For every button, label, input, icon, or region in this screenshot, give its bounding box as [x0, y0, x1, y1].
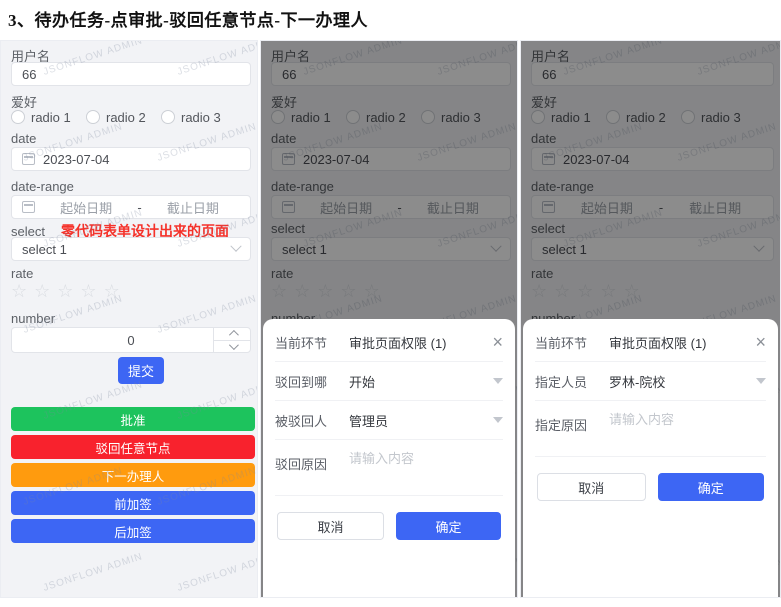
- date-input[interactable]: 2023-07-04: [11, 147, 251, 171]
- front-addsign-button[interactable]: 前加签: [11, 491, 255, 515]
- date-range-input[interactable]: 起始日期 - 截止日期: [11, 195, 251, 219]
- assign-modal: 当前环节 审批页面权限 (1) × 指定人员 罗林-院校 指定原因 请输入内容 …: [523, 319, 778, 597]
- reject-reason-field[interactable]: 驳回原因 请输入内容: [275, 440, 503, 496]
- select-input[interactable]: select 1: [11, 237, 251, 261]
- chevron-down-icon: [228, 340, 238, 350]
- star-icon[interactable]: ☆: [34, 282, 50, 300]
- reject-to-value: 开始: [349, 372, 493, 391]
- star-icon[interactable]: ☆: [80, 282, 96, 300]
- reject-any-node-button[interactable]: 驳回任意节点: [11, 435, 255, 459]
- calendar-icon: [22, 153, 35, 165]
- form: 用户名 66 爱好 radio 1 radio 2 radio 3 date 2…: [1, 41, 257, 597]
- range-end-placeholder: 截止日期: [146, 198, 240, 217]
- reject-to-select[interactable]: 驳回到哪 开始: [275, 362, 503, 401]
- radio-icon: [161, 110, 175, 124]
- number-value: 0: [127, 333, 134, 348]
- range-start-placeholder: 起始日期: [39, 198, 133, 217]
- reject-reason-placeholder: 请输入内容: [349, 448, 503, 467]
- cancel-button[interactable]: 取消: [277, 512, 384, 540]
- assignee-select[interactable]: 指定人员 罗林-院校: [535, 362, 766, 401]
- decrement-button[interactable]: [214, 340, 250, 353]
- rejected-person-value: 管理员: [349, 411, 493, 430]
- star-icon[interactable]: ☆: [104, 282, 120, 300]
- assign-reason-field[interactable]: 指定原因 请输入内容: [535, 401, 766, 457]
- modal-row-current-step: 当前环节 审批页面权限 (1) ×: [275, 323, 503, 362]
- radio-icon: [11, 110, 25, 124]
- chevron-down-icon: [230, 241, 241, 252]
- assignee-label: 指定人员: [535, 372, 597, 391]
- next-handler-button[interactable]: 下一办理人: [11, 463, 255, 487]
- current-step-label: 当前环节: [275, 333, 337, 352]
- radio-icon: [86, 110, 100, 124]
- dropdown-caret-icon: [756, 378, 766, 384]
- select-value: select 1: [22, 242, 67, 257]
- rate-stars: ☆ ☆ ☆ ☆ ☆: [11, 282, 120, 300]
- number-label: number: [11, 311, 55, 326]
- date-value: 2023-07-04: [43, 152, 110, 167]
- date-range-label: date-range: [11, 179, 74, 194]
- form-panel-left: JSONFLOW ADMINJSONFLOW ADMINJSONFLOW ADM…: [0, 40, 258, 598]
- calendar-icon: [22, 201, 35, 213]
- rate-label: rate: [11, 266, 33, 281]
- assign-reason-placeholder: 请输入内容: [609, 409, 766, 428]
- close-icon[interactable]: ×: [492, 333, 503, 351]
- range-separator: -: [137, 200, 141, 215]
- rejected-person-label: 被驳回人: [275, 411, 337, 430]
- assignee-value: 罗林-院校: [609, 372, 756, 391]
- approve-button[interactable]: 批准: [11, 407, 255, 431]
- current-step-value: 审批页面权限 (1): [349, 333, 492, 352]
- modal-buttons: 取消 确定: [535, 457, 766, 501]
- form-panel-right: JSONFLOW ADMINJSONFLOW ADMINJSONFLOW ADM…: [520, 40, 781, 598]
- number-input[interactable]: 0: [11, 327, 251, 353]
- cancel-button[interactable]: 取消: [537, 473, 646, 501]
- current-step-label: 当前环节: [535, 333, 597, 352]
- confirm-button[interactable]: 确定: [396, 512, 501, 540]
- radio-option-1[interactable]: radio 1: [11, 110, 86, 125]
- number-spinner: [213, 328, 250, 352]
- back-addsign-button[interactable]: 后加签: [11, 519, 255, 543]
- dropdown-caret-icon: [493, 378, 503, 384]
- assign-reason-label: 指定原因: [535, 415, 597, 434]
- username-input[interactable]: 66: [11, 62, 251, 86]
- increment-button[interactable]: [214, 328, 250, 340]
- radio-option-2[interactable]: radio 2: [86, 110, 161, 125]
- star-icon[interactable]: ☆: [11, 282, 27, 300]
- reject-modal: 当前环节 审批页面权限 (1) × 驳回到哪 开始 被驳回人 管理员 驳回原因 …: [263, 319, 515, 597]
- page-title: 3、待办任务-点审批-驳回任意节点-下一办理人: [8, 6, 368, 31]
- star-icon[interactable]: ☆: [57, 282, 73, 300]
- close-icon[interactable]: ×: [755, 333, 766, 351]
- submit-button[interactable]: 提交: [118, 357, 164, 384]
- dropdown-caret-icon: [493, 417, 503, 423]
- confirm-button[interactable]: 确定: [658, 473, 765, 501]
- hobby-radio-group: radio 1 radio 2 radio 3: [11, 109, 236, 125]
- screenshot-page: 3、待办任务-点审批-驳回任意节点-下一办理人 JSONFLOW ADMINJS…: [0, 0, 781, 607]
- rejected-person-select[interactable]: 被驳回人 管理员: [275, 401, 503, 440]
- reject-to-label: 驳回到哪: [275, 372, 337, 391]
- username-value: 66: [22, 67, 36, 82]
- reject-reason-label: 驳回原因: [275, 454, 337, 473]
- radio-option-3[interactable]: radio 3: [161, 110, 236, 125]
- date-label: date: [11, 131, 36, 146]
- modal-row-current-step: 当前环节 审批页面权限 (1) ×: [535, 323, 766, 362]
- form-panel-middle: JSONFLOW ADMINJSONFLOW ADMINJSONFLOW ADM…: [260, 40, 518, 598]
- modal-buttons: 取消 确定: [275, 496, 503, 540]
- current-step-value: 审批页面权限 (1): [609, 333, 755, 352]
